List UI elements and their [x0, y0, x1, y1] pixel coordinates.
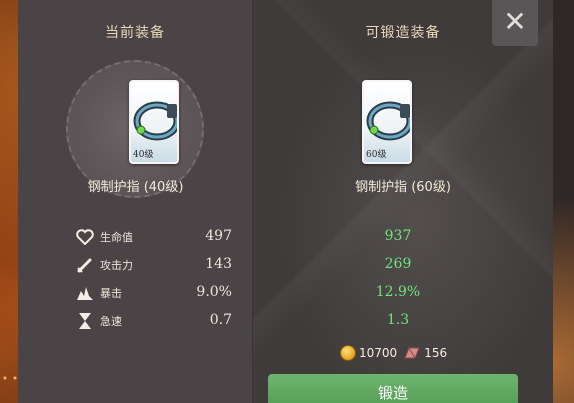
stat-value-crit: 9.0% — [196, 284, 232, 300]
gold-coin-icon — [340, 345, 356, 361]
new-value-crit: 12.9% — [375, 284, 421, 300]
forge-cost: 10700 156 — [340, 345, 447, 361]
ring-icon — [366, 101, 410, 141]
forge-button[interactable]: 锻造 — [268, 374, 518, 403]
stat-row-attack: 攻击力 — [76, 255, 170, 275]
stat-value-haste: 0.7 — [209, 312, 232, 328]
ingot-icon — [404, 347, 420, 359]
critical-icon — [76, 284, 94, 302]
new-value-attack: 269 — [384, 256, 412, 272]
close-icon: ✕ — [503, 5, 527, 38]
ring-icon — [133, 101, 177, 141]
sword-icon — [76, 256, 94, 274]
stat-row-haste: 急速 — [76, 311, 170, 331]
stat-label: 攻击力 — [100, 259, 133, 272]
forgeable-equipment-panel: 可锻造装备 — [253, 0, 553, 403]
new-value-hp: 937 — [384, 228, 412, 244]
material-cost: 156 — [424, 346, 448, 360]
current-item-name: 钢制护指 (40级) — [87, 180, 184, 195]
stat-value-hp: 497 — [205, 228, 232, 244]
hourglass-icon — [76, 312, 94, 330]
stat-label: 暴击 — [100, 287, 122, 300]
forgeable-item-name: 钢制护指 (60级) — [355, 180, 451, 195]
stat-row-hp: 生命值 — [76, 227, 170, 247]
gold-cost: 10700 — [359, 346, 398, 360]
stat-value-attack: 143 — [205, 256, 232, 272]
stat-row-crit: 暴击 — [76, 283, 170, 303]
current-card-level: 40级 — [133, 150, 154, 160]
new-value-haste: 1.3 — [386, 312, 410, 328]
heart-icon — [76, 228, 94, 246]
forgeable-item-card[interactable]: 60级 — [362, 80, 412, 164]
stat-label: 急速 — [100, 315, 122, 328]
forgeable-card-level: 60级 — [366, 150, 387, 160]
current-item-card[interactable]: 40级 — [129, 80, 179, 164]
stat-label: 生命值 — [100, 231, 133, 244]
current-equipment-title: 当前装备 — [105, 25, 165, 41]
close-button[interactable]: ✕ — [492, 0, 538, 46]
